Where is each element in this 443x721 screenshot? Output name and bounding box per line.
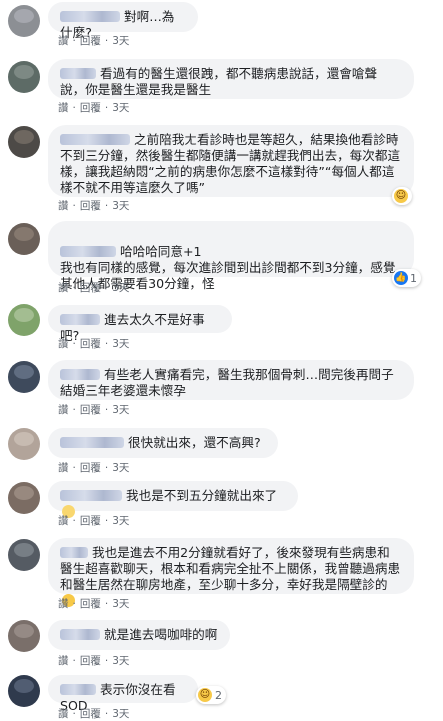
comment-text: 我也是進去不用2分鐘就看好了，後來發現有些病患和醫生超喜歡聊天，根本和看病完全扯… [60,545,401,592]
comment-actions: 讚 · 回覆 · 3天 [58,200,130,212]
comment-actions: 讚 · 回覆 · 3天 [58,515,130,527]
avatar[interactable] [8,539,40,571]
avatar[interactable] [8,126,40,158]
timestamp[interactable]: 3天 [112,404,129,416]
reaction-badge[interactable]: ☺ [392,187,412,205]
like-link[interactable]: 讚 [58,102,69,114]
reply-link[interactable]: 回覆 [80,598,101,610]
like-reaction-icon: 👍 [394,271,408,285]
timestamp[interactable]: 3天 [112,282,129,294]
like-link[interactable]: 讚 [58,404,69,416]
haha-reaction-icon: ☺ [394,189,408,203]
comment-actions: 讚 · 回覆 · 3天 [58,404,130,416]
commenter-name-redacted[interactable] [60,490,122,501]
reaction-count: 1 [410,271,417,285]
comment-bubble: 我也是進去不用2分鐘就看好了，後來發現有些病患和醫生超喜歡聊天，根本和看病完全扯… [48,538,414,607]
comment-actions: 讚 · 回覆 · 3天 [58,338,130,350]
comment-bubble: 表示你沒在看SOD [48,675,198,713]
reply-link[interactable]: 回覆 [80,338,101,350]
timestamp[interactable]: 3天 [112,462,129,474]
reply-link[interactable]: 回覆 [80,462,101,474]
commenter-name-redacted[interactable] [60,314,100,325]
comment-actions: 讚 · 回覆 · 3天 [58,282,130,294]
commenter-name-redacted[interactable] [60,246,116,257]
avatar[interactable] [8,428,40,460]
timestamp[interactable]: 3天 [112,35,129,47]
comment-actions: 讚 · 回覆 · 3天 [58,102,130,114]
comment-actions: 讚 · 回覆 · 3天 [58,708,130,720]
commenter-name-redacted[interactable] [60,684,96,695]
commenter-name-redacted[interactable] [60,437,124,448]
reply-link[interactable]: 回覆 [80,102,101,114]
commenter-name-redacted[interactable] [60,547,88,558]
reply-link[interactable]: 回覆 [80,35,101,47]
commenter-name-redacted[interactable] [60,629,100,640]
avatar[interactable] [8,304,40,336]
like-link[interactable]: 讚 [58,655,69,667]
timestamp[interactable]: 3天 [112,655,129,667]
comment-actions: 讚 · 回覆 · 3天 [58,35,130,47]
comment-text: 很快就出來，還不高興? [128,435,261,450]
reaction-badge[interactable]: 👍 1 [392,269,421,287]
comment-bubble: 對啊…為什麼? [48,2,198,40]
reply-link[interactable]: 回覆 [80,655,101,667]
reply-link[interactable]: 回覆 [80,282,101,294]
comment-bubble: 很快就出來，還不高興? [48,428,278,458]
timestamp[interactable]: 3天 [112,338,129,350]
commenter-name-redacted[interactable] [60,11,120,22]
commenter-name-redacted[interactable] [60,134,130,145]
comment-bubble: 之前陪我ㄤ看診時也是等超久，結果換他看診時不到三分鐘，然後醫生都隨便講一講就趕我… [48,125,414,197]
comment-actions: 讚 · 回覆 · 3天 [58,598,130,610]
comment-actions: 讚 · 回覆 · 3天 [58,655,130,667]
like-link[interactable]: 讚 [58,35,69,47]
haha-reaction-icon: ☺ [198,688,212,702]
reaction-count: 2 [215,688,222,702]
reply-link[interactable]: 回覆 [80,200,101,212]
comment-bubble: 就是進去喝咖啡的啊 [48,620,230,650]
timestamp[interactable]: 3天 [112,102,129,114]
avatar[interactable] [8,361,40,393]
reply-link[interactable]: 回覆 [80,515,101,527]
like-link[interactable]: 讚 [58,282,69,294]
like-link[interactable]: 讚 [58,462,69,474]
comment-bubble: 有些老人實痛看完，醫生我那個骨刺…問完後再問子結婚三年老婆還未懷孕 [48,360,414,400]
like-link[interactable]: 讚 [58,598,69,610]
avatar[interactable] [8,61,40,93]
avatar[interactable] [8,482,40,514]
reaction-badge[interactable]: ☺ 2 [196,686,226,704]
comment-text: 有些老人實痛看完，醫生我那個骨刺…問完後再問子結婚三年老婆還未懷孕 [60,367,394,398]
avatar[interactable] [8,223,40,255]
comment-text: 就是進去喝咖啡的啊 [104,627,218,642]
comment-bubble: 進去太久不是好事吧? [48,305,232,343]
comment-bubble: 看過有的醫生還很跩，都不聽病患說話，還會嗆聲說，你是醫生還是我是醫生 [48,59,414,99]
comment-text: 我也是不到五分鐘就出來了 [126,488,278,503]
comment-bubble: 哈哈哈同意+1 我也有同樣的感覺，每次進診間到出診間都不到3分鐘，感覺其他人都需… [48,221,414,291]
comment-actions: 讚 · 回覆 · 3天 [58,462,130,474]
avatar[interactable] [8,620,40,652]
timestamp[interactable]: 3天 [112,200,129,212]
like-link[interactable]: 讚 [58,338,69,350]
avatar[interactable] [8,675,40,707]
comment-text: 看過有的醫生還很跩，都不聽病患說話，還會嗆聲說，你是醫生還是我是醫生 [60,66,378,97]
like-link[interactable]: 讚 [58,200,69,212]
commenter-name-redacted[interactable] [60,68,96,79]
reply-link[interactable]: 回覆 [80,404,101,416]
timestamp[interactable]: 3天 [112,515,129,527]
avatar[interactable] [8,5,40,37]
comment-bubble: 我也是不到五分鐘就出來了 [48,481,298,518]
timestamp[interactable]: 3天 [112,598,129,610]
like-link[interactable]: 讚 [58,515,69,527]
commenter-name-redacted[interactable] [60,369,100,380]
